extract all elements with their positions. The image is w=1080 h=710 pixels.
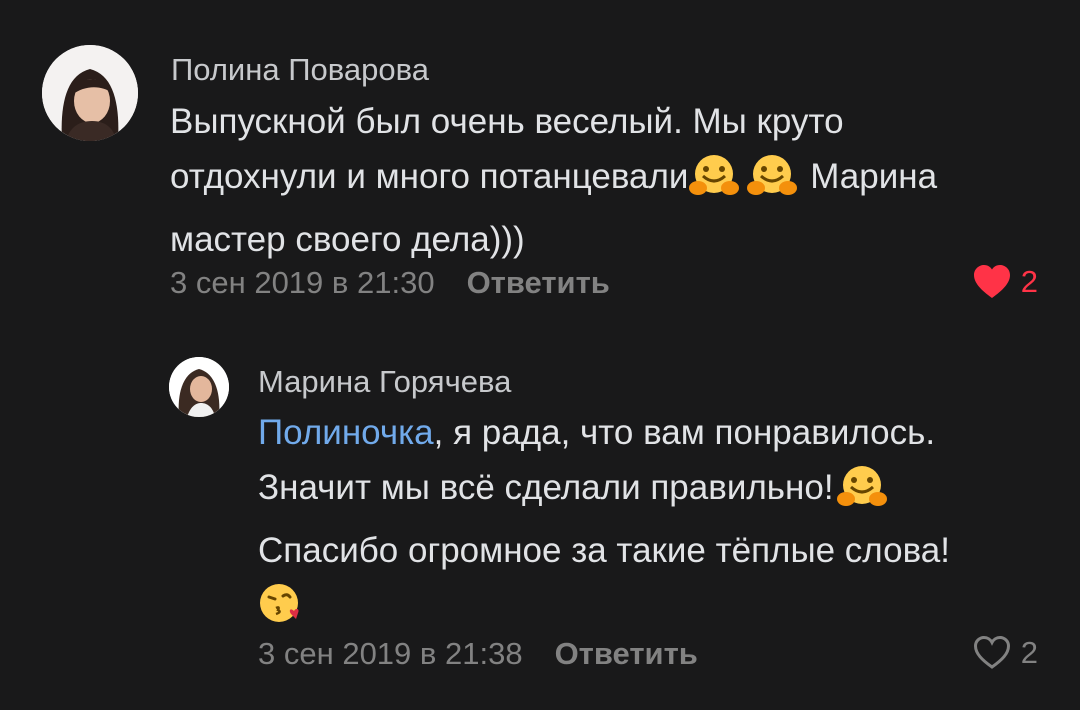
reply-author[interactable]: Марина Горячева [258,364,511,400]
reply-text-fragment: Значит мы всё сделали правильно! [258,468,834,507]
reply-text-line [258,578,1058,641]
comment-text-line: мастер своего дела))) [170,220,525,259]
reply-meta: 3 сен 2019 в 21:38 Ответить [258,636,698,672]
like-button[interactable]: 2 [973,635,1038,671]
like-button[interactable]: 2 [973,264,1038,300]
reply-timestamp[interactable]: 3 сен 2019 в 21:38 [258,636,523,671]
hugging-face-emoji-icon [834,465,890,523]
reply-text-line: Спасибо огромное за такие тёплые слова! [258,531,950,570]
hugging-face-emoji-icon [688,154,744,212]
face-blowing-kiss-emoji-icon [258,581,302,641]
heart-filled-icon [973,265,1010,298]
avatar[interactable] [169,357,229,417]
avatar[interactable] [42,45,138,141]
like-count: 2 [1020,635,1038,670]
reply-text-fragment: , я рада, что вам понравилось. [433,413,936,452]
like-count: 2 [1020,264,1038,299]
hugging-face-emoji-icon [744,154,800,212]
comment-text: Выпускной был очень веселый. Мы круто от… [170,94,1050,267]
comment-text-fragment: Марина [810,157,938,196]
comment-text-line: отдохнули и много потанцевали Марина [170,149,1050,212]
comment-timestamp[interactable]: 3 сен 2019 в 21:30 [170,265,435,300]
reply-text: Полиночка, я рада, что вам понравилось. … [258,405,1058,641]
reply-text-line: Полиночка, я рада, что вам понравилось. [258,405,1058,460]
reply-button[interactable]: Ответить [467,265,610,300]
comment-item: Полина Поварова Выпускной был очень весе… [0,0,1080,320]
comment-text-line: Выпускной был очень веселый. Мы круто [170,102,844,141]
comment-text-fragment: отдохнули и много потанцевали [170,157,689,196]
mention-link[interactable]: Полиночка [258,413,434,452]
heart-outline-icon [973,636,1010,669]
comment-author[interactable]: Полина Поварова [171,52,429,88]
comment-meta: 3 сен 2019 в 21:30 Ответить [170,265,610,301]
reply-button[interactable]: Ответить [555,636,698,671]
reply-text-line: Значит мы всё сделали правильно! [258,460,1058,523]
reply-item: Марина Горячева Полиночка, я рада, что в… [0,330,1080,710]
